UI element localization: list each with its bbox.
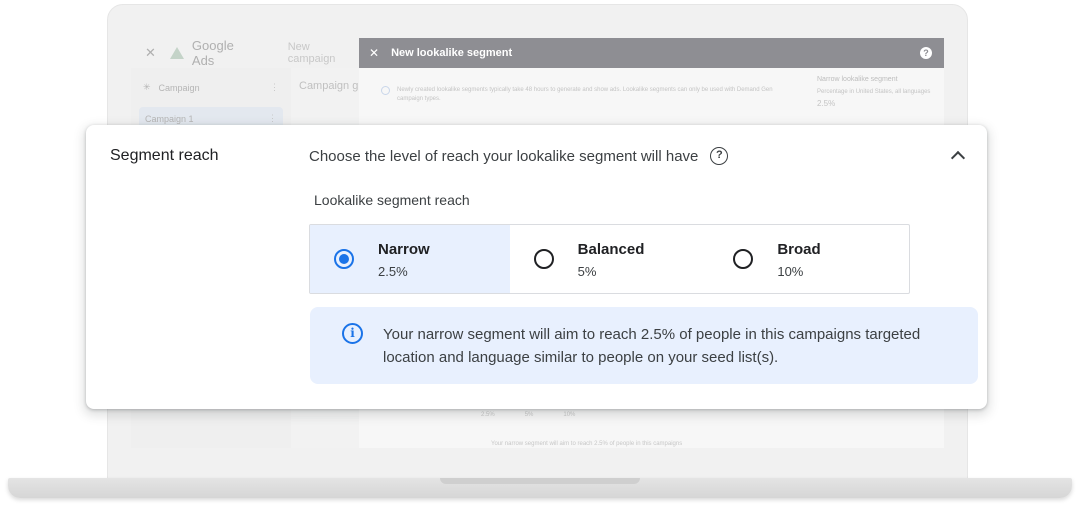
more-icon[interactable]: ⋮ [268,113,277,124]
product-name: Google Ads [191,38,234,68]
info-icon: i [342,323,363,344]
ghost-option: 2.5% [481,412,495,418]
close-icon[interactable]: ✕ [369,46,379,60]
option-name: Narrow [378,241,430,258]
info-box: i Your narrow segment will aim to reach … [310,307,978,384]
close-icon[interactable]: ✕ [145,45,156,61]
option-percent: 10% [777,264,804,279]
reach-options: Narrow 2.5% Balanced 5% Broad 10% [309,224,910,294]
info-text: Your narrow segment will aim to reach 2.… [383,326,921,366]
radio-icon[interactable] [733,249,754,269]
summary-panel: Narrow lookalike segment Percentage in U… [817,76,937,108]
help-icon[interactable]: ? [920,47,932,59]
info-icon [381,86,390,95]
app-topbar: ✕ Google Ads New campaign [131,38,359,68]
summary-value: 2.5% [817,99,836,108]
ghost-note: Your narrow segment will aim to reach 2.… [491,441,683,447]
question-text: Choose the level of reach your lookalike… [309,147,699,165]
sidebar-item-campaign[interactable]: ✳ Campaign ⋮ [131,68,291,107]
laptop-notch [440,478,640,484]
radio-icon[interactable] [334,249,354,269]
dialog-title: New lookalike segment [391,47,513,59]
option-percent: 5% [577,264,597,279]
ghost-options: 2.5% 5% 10% [481,412,575,418]
asterisk-icon: ✳ [143,82,151,92]
sidebar-item-label: Campaign [158,82,200,93]
dialog-header: ✕ New lookalike segment ? [359,38,944,68]
sidebar-item-label: Campaign 1 [145,113,194,124]
summary-title: Narrow lookalike segment [817,76,898,83]
option-name: Broad [777,241,821,258]
option-narrow[interactable]: Narrow 2.5% [310,225,510,293]
segment-reach-card: Segment reach Choose the level of reach … [86,125,987,409]
ghost-option: 5% [524,412,534,418]
more-icon[interactable]: ⋮ [270,82,279,93]
chevron-up-icon[interactable] [950,150,966,166]
ghost-option: 10% [563,412,576,418]
radio-icon[interactable] [533,249,554,269]
option-balanced[interactable]: Balanced 5% [510,225,710,293]
option-percent: 2.5% [378,264,408,279]
new-campaign-label: New campaign [287,41,336,65]
option-name: Balanced [577,241,645,258]
option-broad[interactable]: Broad 10% [709,225,909,293]
generation-note: Newly created lookalike segments typical… [381,86,791,104]
section-title: Segment reach [110,147,219,164]
google-ads-logo-icon [169,47,184,59]
reach-question: Choose the level of reach your lookalike… [309,147,729,165]
help-icon[interactable]: ? [710,147,729,165]
summary-desc: Percentage in United States, all languag… [817,89,931,95]
reach-label: Lookalike segment reach [314,192,470,208]
